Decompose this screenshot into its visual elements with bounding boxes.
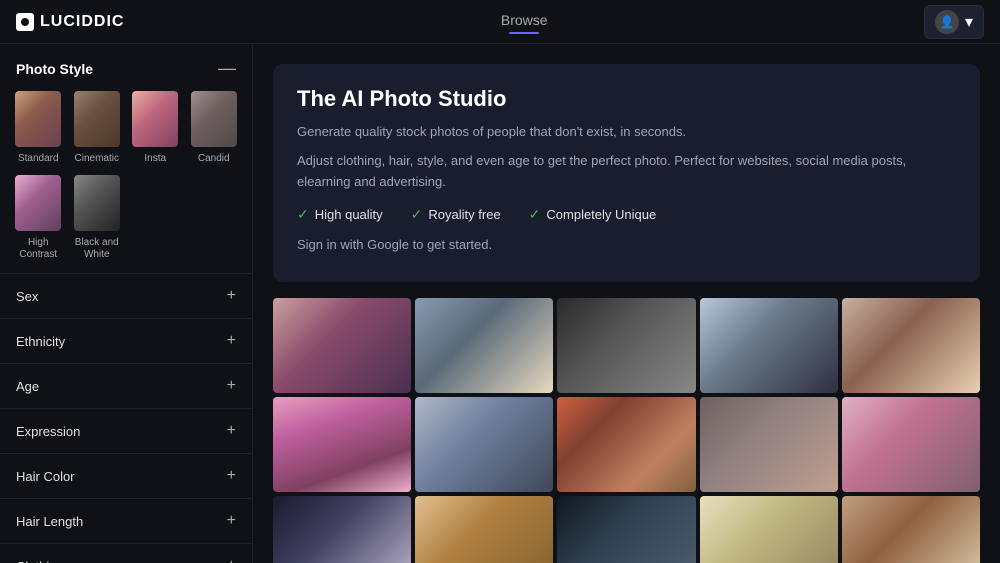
nav-browse[interactable]: Browse — [501, 12, 548, 32]
expand-hair-color-icon: + — [227, 467, 236, 485]
photo-cell-10 — [842, 397, 980, 492]
collapse-icon[interactable]: — — [218, 58, 236, 79]
photo-cell-9 — [700, 397, 838, 492]
photo-grid — [273, 298, 980, 563]
style-item-high-contrast[interactable]: High Contrast — [12, 173, 65, 261]
style-item-standard[interactable]: Standard — [12, 89, 65, 165]
style-item-cinematic[interactable]: Cinematic — [71, 89, 124, 165]
filter-ethnicity-label: Ethnicity — [16, 334, 65, 349]
photo-style-title: Photo Style — [16, 61, 93, 77]
style-thumb-high-contrast — [13, 173, 63, 233]
filter-ethnicity[interactable]: Ethnicity + — [0, 318, 252, 363]
photo-cell-15 — [842, 496, 980, 563]
feature-unique: ✓ Completely Unique — [529, 206, 657, 223]
style-thumb-cinematic — [72, 89, 122, 149]
expand-hair-length-icon: + — [227, 512, 236, 530]
info-card: The AI Photo Studio Generate quality sto… — [273, 64, 980, 282]
expand-clothing-icon: + — [227, 557, 236, 563]
photo-style-header: Photo Style — — [0, 44, 252, 89]
photo-cell-4 — [700, 298, 838, 393]
logo-icon — [16, 13, 34, 31]
logo-text: LUCIDDIC — [40, 13, 124, 31]
style-item-black-white[interactable]: Black and White — [71, 173, 124, 261]
chevron-down-icon: ▾ — [965, 12, 973, 32]
style-thumb-candid — [189, 89, 239, 149]
header: LUCIDDIC Browse 👤 ▾ — [0, 0, 1000, 44]
filter-hair-color[interactable]: Hair Color + — [0, 453, 252, 498]
photo-cell-8 — [557, 397, 695, 492]
features-list: ✓ High quality ✓ Royality free ✓ Complet… — [297, 206, 956, 223]
expand-age-icon: + — [227, 377, 236, 395]
filter-clothing-label: Clothing — [16, 559, 64, 563]
feature-label-1: High quality — [315, 207, 383, 222]
check-icon-3: ✓ — [529, 206, 541, 223]
feature-label-2: Royality free — [428, 207, 500, 222]
photo-cell-11 — [273, 496, 411, 563]
feature-label-3: Completely Unique — [546, 207, 656, 222]
style-label-black-white: Black and White — [71, 237, 124, 261]
check-icon-1: ✓ — [297, 206, 309, 223]
filter-age-label: Age — [16, 379, 39, 394]
expand-ethnicity-icon: + — [227, 332, 236, 350]
check-icon-2: ✓ — [411, 206, 423, 223]
filter-age[interactable]: Age + — [0, 363, 252, 408]
expand-sex-icon: + — [227, 287, 236, 305]
photo-cell-7 — [415, 397, 553, 492]
filter-hair-color-label: Hair Color — [16, 469, 75, 484]
photo-styles-grid-row2: High Contrast Black and White — [0, 173, 252, 273]
feature-high-quality: ✓ High quality — [297, 206, 383, 223]
photo-cell-1 — [273, 298, 411, 393]
photo-cell-14 — [700, 496, 838, 563]
page-title: The AI Photo Studio — [297, 86, 956, 112]
filter-expression-label: Expression — [16, 424, 80, 439]
logo: LUCIDDIC — [16, 13, 124, 31]
style-thumb-insta — [130, 89, 180, 149]
avatar: 👤 — [935, 10, 959, 34]
style-thumb-black-white — [72, 173, 122, 233]
desc-1: Generate quality stock photos of people … — [297, 122, 956, 143]
feature-royalty-free: ✓ Royality free — [411, 206, 501, 223]
desc-2: Adjust clothing, hair, style, and even a… — [297, 151, 956, 193]
filter-expression[interactable]: Expression + — [0, 408, 252, 453]
photo-cell-5 — [842, 298, 980, 393]
style-item-candid[interactable]: Candid — [188, 89, 241, 165]
photo-cell-12 — [415, 496, 553, 563]
style-label-standard: Standard — [18, 153, 59, 165]
photo-cell-3 — [557, 298, 695, 393]
style-label-insta: Insta — [144, 153, 166, 165]
body: Photo Style — Standard Cinematic — [0, 44, 1000, 563]
style-label-high-contrast: High Contrast — [12, 237, 65, 261]
photo-cell-2 — [415, 298, 553, 393]
photo-cell-13 — [557, 496, 695, 563]
sidebar: Photo Style — Standard Cinematic — [0, 44, 253, 563]
style-label-cinematic: Cinematic — [75, 153, 119, 165]
filter-sex-label: Sex — [16, 289, 38, 304]
filter-hair-length[interactable]: Hair Length + — [0, 498, 252, 543]
filter-clothing[interactable]: Clothing + — [0, 543, 252, 563]
user-button[interactable]: 👤 ▾ — [924, 5, 984, 39]
style-item-insta[interactable]: Insta — [129, 89, 182, 165]
filter-sex[interactable]: Sex + — [0, 273, 252, 318]
main-content: The AI Photo Studio Generate quality sto… — [253, 44, 1000, 563]
signin-text: Sign in with Google to get started. — [297, 235, 956, 256]
filter-hair-length-label: Hair Length — [16, 514, 83, 529]
expand-expression-icon: + — [227, 422, 236, 440]
style-label-candid: Candid — [198, 153, 230, 165]
photo-cell-6 — [273, 397, 411, 492]
photo-styles-grid-row1: Standard Cinematic Insta Candid — [0, 89, 252, 173]
style-thumb-standard — [13, 89, 63, 149]
